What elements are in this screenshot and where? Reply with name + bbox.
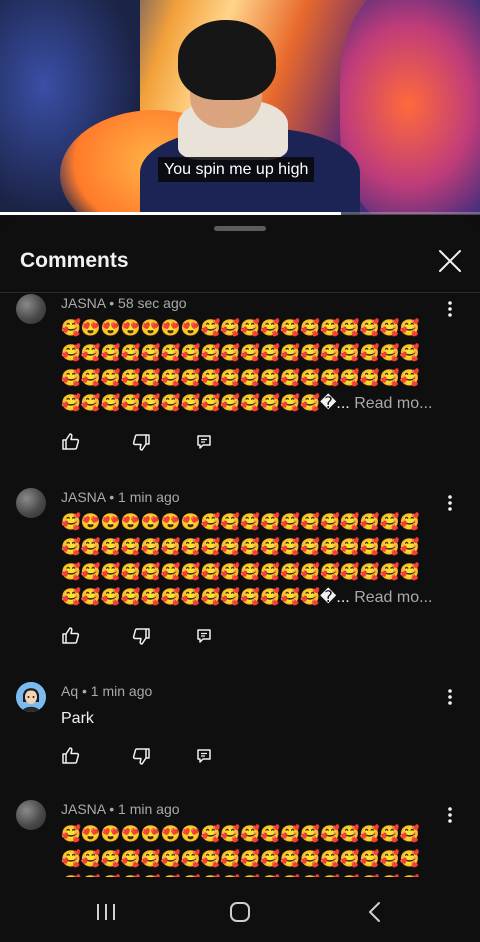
read-more-link[interactable]: Read mo... bbox=[354, 395, 432, 412]
comment-line: 🥰🥰🥰🥰🥰🥰🥰🥰🥰🥰🥰🥰🥰�... Read mo... bbox=[61, 391, 453, 416]
comment-text: 🥰😍😍😍😍😍😍🥰🥰🥰🥰🥰🥰🥰🥰🥰🥰🥰 🥰🥰🥰🥰🥰🥰🥰🥰🥰🥰🥰🥰🥰🥰🥰🥰🥰🥰 🥰🥰… bbox=[61, 510, 453, 610]
video-person-hair bbox=[178, 20, 276, 100]
comment-text: 🥰😍😍😍😍😍😍🥰🥰🥰🥰🥰🥰🥰🥰🥰🥰🥰 🥰🥰🥰🥰🥰🥰🥰🥰🥰🥰🥰🥰🥰🥰🥰🥰🥰🥰 🥰🥰… bbox=[61, 316, 453, 416]
video-bg-right bbox=[340, 0, 480, 214]
comment-meta: JASNA • 58 sec ago bbox=[61, 295, 187, 311]
avatar[interactable] bbox=[16, 800, 46, 830]
avatar[interactable] bbox=[16, 682, 46, 712]
comment-line: 🥰🥰🥰🥰🥰🥰🥰🥰🥰🥰🥰🥰🥰🥰🥰🥰🥰🥰 bbox=[61, 851, 420, 868]
comment-meta: JASNA • 1 min ago bbox=[61, 801, 180, 817]
avatar[interactable] bbox=[16, 488, 46, 518]
more-options-icon[interactable] bbox=[440, 687, 460, 707]
comment-line: 🥰🥰🥰🥰🥰🥰🥰🥰🥰🥰🥰🥰🥰🥰🥰🥰🥰🥰 bbox=[61, 539, 420, 556]
thumbs-down-icon[interactable] bbox=[131, 746, 151, 766]
reply-icon[interactable] bbox=[194, 626, 214, 646]
comment-meta: JASNA • 1 min ago bbox=[61, 489, 180, 505]
comment-line: 🥰😍😍😍😍😍😍🥰🥰🥰🥰🥰🥰🥰🥰🥰🥰🥰 bbox=[61, 826, 420, 843]
comment-meta: Aq • 1 min ago bbox=[61, 683, 153, 699]
panel-title: Comments bbox=[20, 249, 129, 272]
comment-text: Park bbox=[61, 710, 94, 727]
comment-line: 🥰🥰🥰🥰🥰🥰🥰🥰🥰🥰🥰🥰🥰🥰🥰🥰🥰🥰 bbox=[61, 564, 420, 581]
comment-line: 🥰😍😍😍😍😍😍🥰🥰🥰🥰🥰🥰🥰🥰🥰🥰🥰 bbox=[61, 320, 420, 337]
system-nav-bar bbox=[0, 877, 480, 942]
comment-actions bbox=[61, 626, 221, 646]
read-more-link[interactable]: Read mo... bbox=[354, 589, 432, 606]
avatar[interactable] bbox=[16, 294, 46, 324]
reply-icon[interactable] bbox=[194, 432, 214, 452]
thumbs-up-icon[interactable] bbox=[61, 626, 81, 646]
drag-handle[interactable] bbox=[214, 226, 266, 231]
home-icon[interactable] bbox=[225, 897, 255, 927]
thumbs-up-icon[interactable] bbox=[61, 746, 81, 766]
comment-line-text: 🥰🥰🥰🥰🥰🥰🥰🥰🥰🥰🥰🥰🥰�... bbox=[61, 589, 350, 606]
thumbs-up-icon[interactable] bbox=[61, 432, 81, 452]
video-player[interactable]: You spin me up high bbox=[0, 0, 480, 214]
thumbs-down-icon[interactable] bbox=[131, 432, 151, 452]
comments-panel: Comments JASNA • 58 sec ago 🥰😍😍😍😍😍😍🥰🥰🥰🥰🥰… bbox=[0, 215, 480, 942]
comment-actions bbox=[61, 746, 221, 766]
comment-line: 🥰🥰🥰🥰🥰🥰🥰🥰🥰🥰🥰🥰🥰�... Read mo... bbox=[61, 585, 453, 610]
reply-icon[interactable] bbox=[194, 746, 214, 766]
comment-actions bbox=[61, 432, 221, 452]
comment-line: 🥰😍😍😍😍😍😍🥰🥰🥰🥰🥰🥰🥰🥰🥰🥰🥰 bbox=[61, 514, 420, 531]
back-icon[interactable] bbox=[360, 897, 390, 927]
close-icon[interactable] bbox=[434, 245, 466, 277]
comment-line-text: 🥰🥰🥰🥰🥰🥰🥰🥰🥰🥰🥰🥰🥰�... bbox=[61, 395, 350, 412]
thumbs-down-icon[interactable] bbox=[131, 626, 151, 646]
comment-line: 🥰🥰🥰🥰🥰🥰🥰🥰🥰🥰🥰🥰🥰🥰🥰🥰🥰🥰 bbox=[61, 345, 420, 362]
video-caption: You spin me up high bbox=[158, 157, 315, 182]
recent-apps-icon[interactable] bbox=[91, 897, 121, 927]
comment-line: 🥰🥰🥰🥰🥰🥰🥰🥰🥰🥰🥰🥰🥰🥰🥰🥰🥰🥰 bbox=[61, 370, 420, 387]
panel-divider bbox=[0, 292, 480, 293]
